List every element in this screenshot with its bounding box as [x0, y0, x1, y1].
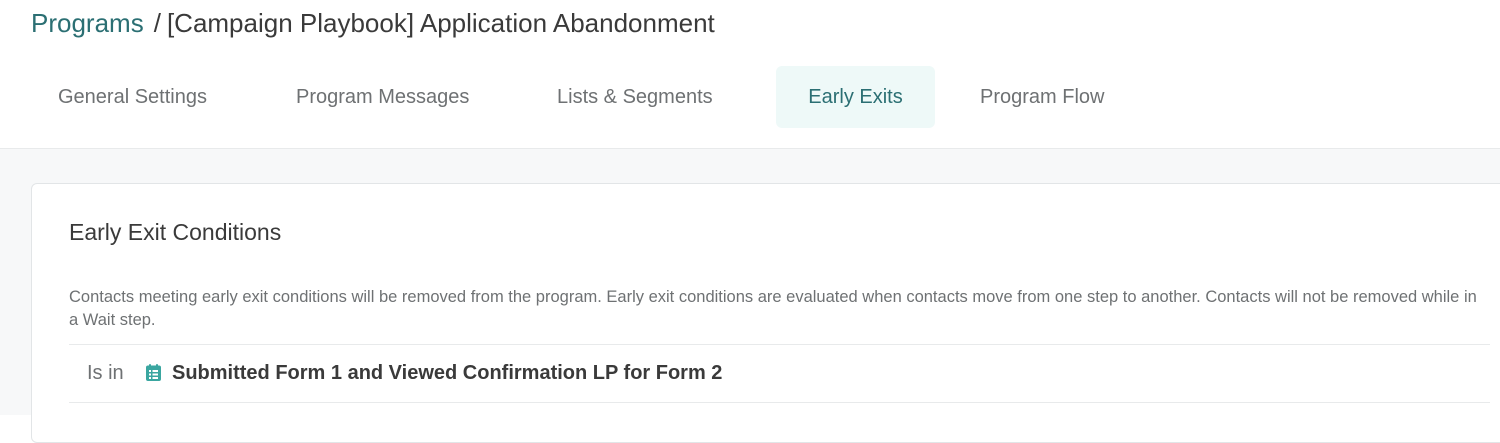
breadcrumb-programs-link[interactable]: Programs — [31, 8, 144, 38]
main-content: Early Exit Conditions Contacts meeting e… — [0, 149, 1500, 443]
page-header: Programs / [Campaign Playbook] Application… — [0, 0, 1500, 149]
early-exit-conditions-card: Early Exit Conditions Contacts meeting e… — [31, 183, 1500, 443]
tab-program-messages[interactable]: Program Messages — [296, 66, 469, 128]
condition-operator: Is in — [87, 362, 124, 384]
tab-general-settings[interactable]: General Settings — [58, 66, 207, 128]
page-title: [Campaign Playbook] Application Abandonm… — [166, 8, 715, 38]
condition-segment-name[interactable]: Submitted Form 1 and Viewed Confirmation… — [172, 361, 722, 385]
condition-row: Is in Submitted Form 1 and Viewed Confir… — [69, 345, 1490, 402]
tab-program-flow[interactable]: Program Flow — [980, 66, 1104, 128]
tab-early-exits[interactable]: Early Exits — [776, 66, 935, 128]
breadcrumb: Programs / [Campaign Playbook] Application… — [31, 8, 715, 38]
card-description: Contacts meeting early exit conditions w… — [69, 288, 1477, 329]
tab-lists-segments[interactable]: Lists & Segments — [557, 66, 713, 128]
list-icon — [146, 364, 161, 381]
divider — [69, 402, 1490, 403]
card-title: Early Exit Conditions — [69, 219, 282, 245]
breadcrumb-separator: / — [153, 8, 161, 38]
